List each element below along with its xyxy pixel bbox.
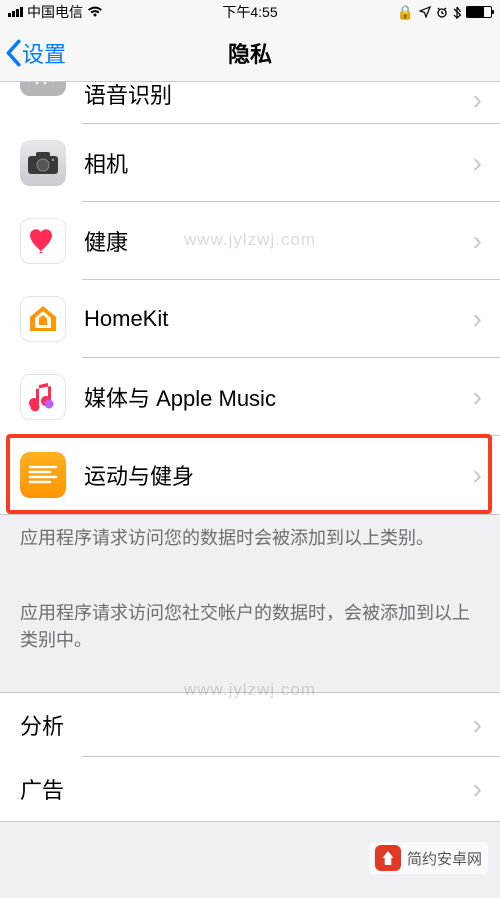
- watermark: www.jylzwj.com: [184, 230, 316, 250]
- chevron-right-icon: ›: [473, 381, 482, 413]
- watermark: www.jylzwj.com: [184, 680, 316, 700]
- chevron-right-icon: ›: [473, 459, 482, 491]
- item-motion-fitness[interactable]: 运动与健身 ›: [0, 436, 500, 514]
- alarm-icon: [436, 6, 448, 18]
- item-label: 相机: [84, 147, 473, 179]
- item-speech-recognition[interactable]: 语音识别 ›: [0, 82, 500, 124]
- item-label: 广告: [20, 773, 473, 805]
- item-label: 运动与健身: [84, 459, 473, 491]
- item-analytics[interactable]: 分析 ›: [0, 693, 500, 757]
- item-label: 语音识别: [84, 82, 473, 110]
- signal-icon: [8, 7, 23, 17]
- chevron-right-icon: ›: [473, 773, 482, 805]
- music-icon: [20, 374, 66, 420]
- back-label: 设置: [22, 37, 66, 69]
- status-left: 中国电信: [8, 2, 103, 22]
- homekit-icon: [20, 296, 66, 342]
- brand-logo-icon: [375, 845, 401, 871]
- footer-text-2: 应用程序请求访问您社交帐户的数据时，会被添加到以上类别中。: [0, 590, 500, 654]
- item-label: 分析: [20, 709, 473, 741]
- brand-label: 简约安卓网: [407, 848, 482, 869]
- location-icon: [419, 6, 431, 18]
- status-right: 🔒: [397, 4, 492, 21]
- status-time: 下午4:55: [222, 2, 277, 22]
- battery-icon: [466, 6, 492, 18]
- item-advertising[interactable]: 广告 ›: [0, 757, 500, 821]
- carrier-label: 中国电信: [27, 2, 83, 22]
- settings-group-1: 语音识别 › 相机 › 健康 › HomeKit › 媒体与 Apple Mus…: [0, 82, 500, 515]
- footer-text-1: 应用程序请求访问您的数据时会被添加到以上类别。: [0, 515, 500, 552]
- nav-bar: 设置 隐私: [0, 24, 500, 82]
- item-media-music[interactable]: 媒体与 Apple Music ›: [0, 358, 500, 436]
- item-homekit[interactable]: HomeKit ›: [0, 280, 500, 358]
- lock-icon: 🔒: [397, 4, 414, 21]
- brand-badge: 简约安卓网: [369, 842, 488, 874]
- page-title: 隐私: [228, 37, 272, 69]
- chevron-right-icon: ›: [473, 225, 482, 257]
- motion-icon: [20, 452, 66, 498]
- bluetooth-icon: [453, 6, 461, 19]
- chevron-right-icon: ›: [473, 82, 482, 116]
- chevron-right-icon: ›: [473, 147, 482, 179]
- item-label: HomeKit: [84, 306, 473, 332]
- status-bar: 中国电信 下午4:55 🔒: [0, 0, 500, 24]
- health-icon: [20, 218, 66, 264]
- item-label: 媒体与 Apple Music: [84, 381, 473, 413]
- speech-icon: [20, 82, 66, 96]
- back-button[interactable]: 设置: [0, 37, 66, 69]
- chevron-right-icon: ›: [473, 709, 482, 741]
- chevron-right-icon: ›: [473, 303, 482, 335]
- settings-group-2: 分析 › 广告 ›: [0, 692, 500, 822]
- wifi-icon: [87, 6, 103, 18]
- item-camera[interactable]: 相机 ›: [0, 124, 500, 202]
- camera-icon: [20, 140, 66, 186]
- chevron-left-icon: [4, 39, 22, 67]
